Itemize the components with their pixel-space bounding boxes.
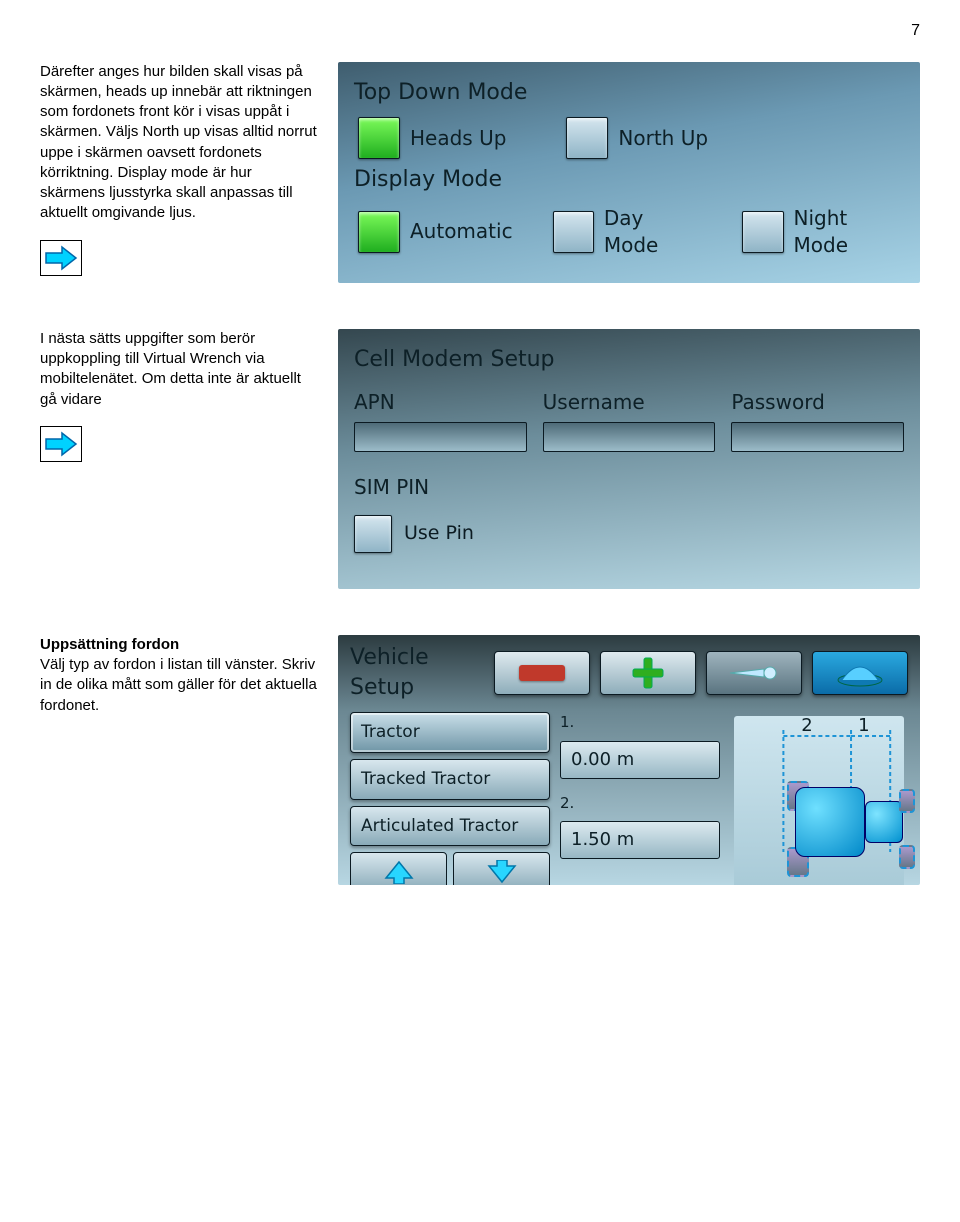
minus-icon (519, 665, 565, 681)
section3-text: Uppsättning fordon Välj typ av fordon i … (40, 635, 320, 726)
gps-dome-icon (833, 658, 887, 688)
sim-pin-heading: SIM PIN (354, 474, 904, 501)
checkbox-day-mode[interactable] (553, 211, 594, 253)
username-field[interactable] (543, 422, 716, 452)
option-automatic[interactable]: Automatic (358, 211, 513, 253)
arrow-right-icon (44, 431, 78, 457)
list-up-button[interactable] (350, 852, 447, 885)
antenna-preview-button[interactable] (706, 651, 802, 695)
checkbox-automatic[interactable] (358, 211, 400, 253)
apn-field[interactable] (354, 422, 527, 452)
arrow-down-icon (487, 860, 517, 884)
option-heads-up[interactable]: Heads Up (358, 117, 506, 159)
top-down-mode-heading: Top Down Mode (354, 78, 906, 108)
list-item-articulated-tractor[interactable]: Articulated Tractor (350, 806, 550, 847)
antenna-icon (724, 659, 784, 687)
tractor-graphic (787, 745, 907, 865)
password-field[interactable] (731, 422, 904, 452)
list-item-tractor[interactable]: Tractor (350, 712, 550, 753)
next-arrow-button-2[interactable] (40, 426, 82, 462)
section-vehicle-setup: Uppsättning fordon Välj typ av fordon i … (40, 635, 920, 885)
option-day-mode[interactable]: Day Mode (553, 205, 703, 259)
list-item-tracked-tractor[interactable]: Tracked Tractor (350, 759, 550, 800)
gps-preview-button[interactable] (812, 651, 908, 695)
vehicle-setup-title: Vehicle Setup (350, 643, 484, 702)
vehicle-diagram: 2 1 (730, 712, 908, 885)
section-cell-modem: I nästa sätts uppgifter som berör uppkop… (40, 329, 920, 589)
tractor-hood-icon (865, 801, 903, 843)
wheel-front-right-icon (899, 845, 915, 869)
dimension-2-value[interactable]: 1.50 m (560, 821, 720, 859)
option-north-up[interactable]: North Up (566, 117, 708, 159)
cell-modem-heading: Cell Modem Setup (354, 345, 904, 375)
label-automatic: Automatic (410, 218, 513, 245)
page-number: 7 (40, 20, 920, 42)
section2-paragraph: I nästa sätts uppgifter som berör uppkop… (40, 329, 320, 410)
list-down-button[interactable] (453, 852, 550, 885)
screenshot-top-down-mode: Top Down Mode Heads Up North Up Display … (338, 62, 920, 283)
checkbox-north-up[interactable] (566, 117, 608, 159)
dimension-2-label: 2. (560, 793, 720, 813)
password-label: Password (731, 389, 904, 416)
section1-paragraph: Därefter anges hur bilden skall visas på… (40, 62, 320, 224)
label-use-pin: Use Pin (404, 521, 474, 547)
option-night-mode[interactable]: Night Mode (742, 205, 906, 259)
username-label: Username (543, 389, 716, 416)
label-heads-up: Heads Up (410, 125, 506, 152)
checkbox-heads-up[interactable] (358, 117, 400, 159)
section3-heading: Uppsättning fordon (40, 636, 179, 653)
checkbox-night-mode[interactable] (742, 211, 783, 253)
arrow-up-icon (384, 860, 414, 884)
delete-button[interactable] (494, 651, 590, 695)
section-top-down-mode: Därefter anges hur bilden skall visas på… (40, 62, 920, 283)
tractor-cab-icon (795, 787, 865, 857)
label-night-mode: Night Mode (794, 205, 906, 259)
section2-text: I nästa sätts uppgifter som berör uppkop… (40, 329, 320, 468)
arrow-right-icon (44, 245, 78, 271)
wheel-front-left-icon (899, 789, 915, 813)
plus-icon (629, 654, 667, 692)
label-north-up: North Up (618, 125, 708, 152)
add-button[interactable] (600, 651, 696, 695)
apn-label: APN (354, 389, 527, 416)
section1-text: Därefter anges hur bilden skall visas på… (40, 62, 320, 282)
screenshot-vehicle-setup: Vehicle Setup (338, 635, 920, 885)
checkbox-use-pin[interactable] (354, 515, 392, 553)
dimension-1-value[interactable]: 0.00 m (560, 741, 720, 779)
dimension-1-label: 1. (560, 712, 720, 732)
screenshot-cell-modem: Cell Modem Setup APN Username Password S… (338, 329, 920, 589)
section3-paragraph: Välj typ av fordon i listan till vänster… (40, 656, 317, 714)
label-day-mode: Day Mode (604, 205, 702, 259)
display-mode-heading: Display Mode (354, 165, 906, 195)
next-arrow-button-1[interactable] (40, 240, 82, 276)
